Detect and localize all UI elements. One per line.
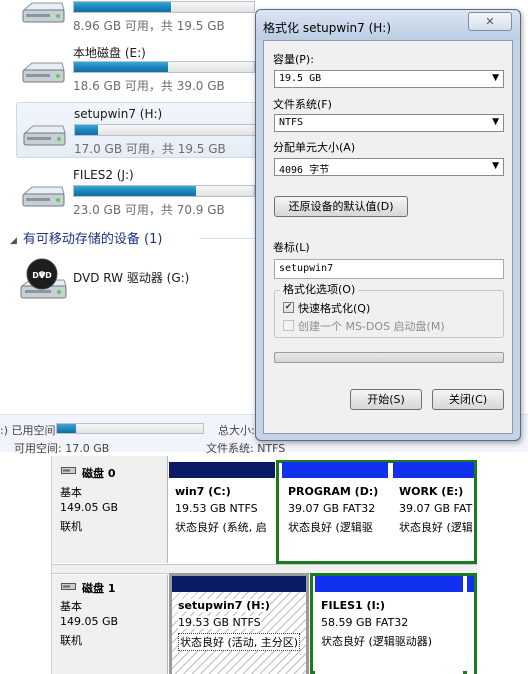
drive-item-e[interactable]: 本地磁盘 (E:) 18.6 GB 可用，共 39.0 GB [16,40,256,96]
chevron-down-icon[interactable]: ▼ [492,117,499,127]
collapse-triangle-icon[interactable]: ◢ [10,236,17,246]
disk-type: 基本 [60,486,82,499]
dvd-drive-icon: DVD [20,258,67,299]
drive-space-info: 8.96 GB 可用，共 19.5 GB [73,19,225,33]
partition-name: WORK (E:) [399,485,464,498]
drive-name: 本地磁盘 (E:) [73,46,146,60]
partition-name: PROGRAM (D:) [288,485,379,498]
disk-icon [61,467,76,474]
partition-status: 状态良好 (逻辑驱 [288,521,373,534]
partition-name: FILES1 (I:) [321,599,386,612]
dialog-title: 格式化 setupwin7 (H:) [263,21,392,35]
partition-c[interactable]: win7 (C:) 19.53 GB NTFS 状态良好 (系统, 启 [169,462,275,559]
capacity-value: 19.5 GB [279,73,322,84]
partition-d[interactable]: PROGRAM (D:) 39.07 GB FAT32 状态良好 (逻辑驱 [282,462,388,559]
disk-0-info[interactable]: 磁盘 0 基本 149.05 GB 联机 [52,456,168,563]
msdos-checkbox [283,320,294,331]
total-size-label: 总大小: [218,424,255,437]
close-icon[interactable]: ✕ [468,12,512,31]
capacity-select[interactable]: 19.5 GB ▼ [274,70,504,88]
partition-size: 19.53 GB NTFS [178,616,261,629]
filesystem-select[interactable]: NTFS ▼ [274,114,504,132]
drive-space-info: 18.6 GB 可用，共 39.0 GB [73,79,225,93]
dvd-drive-name[interactable]: DVD RW 驱动器 (G:) [73,269,189,286]
drive-name: FILES2 (J:) [73,168,134,182]
section-divider [200,238,256,239]
drive-usage-bar [73,61,255,73]
format-dialog: 格式化 setupwin7 (H:) ✕ 容量(P): 19.5 GB ▼ 文件… [255,9,521,441]
chevron-down-icon[interactable]: ▼ [492,73,499,83]
filesystem-label: 文件系统: NTFS [206,442,286,455]
hard-drive-icon [22,2,65,23]
partition-status: 状态良好 (逻辑 [399,521,473,534]
filesystem-value: NTFS [279,117,304,128]
used-space-bar [56,423,204,434]
partition-size: 58.59 GB FAT32 [321,616,409,629]
restore-defaults-button[interactable]: 还原设备的默认值(D) [274,196,408,217]
quick-format-checkbox[interactable]: ✔ [283,302,294,313]
partition-next[interactable] [467,576,474,674]
dialog-titlebar[interactable]: 格式化 setupwin7 (H:) ✕ [256,10,520,40]
disk-size: 149.05 GB [60,501,119,514]
filesystem-label: 文件系统(F) [273,98,332,111]
drive-usage-bar [73,1,255,13]
capacity-label: 容量(P): [273,53,314,66]
drive-usage-bar [74,124,256,136]
format-options-label: 格式化选项(O) [280,281,359,297]
disk-name: 磁盘 0 [82,467,116,480]
drive-item-j[interactable]: FILES2 (J:) 23.0 GB 可用，共 70.9 GB [16,164,256,220]
partition-status: 状态良好 (系统, 启 [175,521,267,534]
disk-size: 149.05 GB [60,615,119,628]
disk-name: 磁盘 1 [82,582,116,595]
partition-h[interactable]: setupwin7 (H:) 19.53 GB NTFS 状态良好 (活动, 主… [172,576,306,674]
section-title: 有可移动存储的设备 (1) [22,232,163,247]
disk-status: 联机 [60,520,82,533]
dialog-body: 容量(P): 19.5 GB ▼ 文件系统(F) NTFS ▼ 分配单元大小(A… [263,40,513,434]
partition-name: setupwin7 (H:) [178,599,270,612]
partition-size: 19.53 GB NTFS [175,502,258,515]
partition-status: 状态良好 (活动, 主分区) [178,633,301,651]
partition-i[interactable]: FILES1 (I:) 58.59 GB FAT32 状态良好 (逻辑驱动器) [315,576,463,674]
partition-status: 状态良好 (逻辑驱动器) [321,635,433,648]
drive-usage-bar [73,185,255,197]
disk-icon [61,583,76,590]
partition-size: 39.07 GB FAT [399,502,473,515]
drive-space-info: 23.0 GB 可用，共 70.9 GB [73,203,225,217]
disk-1-info[interactable]: 磁盘 1 基本 149.05 GB 联机 [52,575,168,674]
disk-type: 基本 [60,600,82,613]
hard-drive-icon [22,186,65,207]
volume-label-input[interactable]: setupwin7 [274,259,504,279]
drive-space-info: 17.0 GB 可用，共 19.5 GB [74,142,226,156]
free-space-label: 可用空间: 17.0 GB [14,442,110,455]
close-button[interactable]: 关闭(C) [432,389,504,410]
alloc-unit-value: 4096 字节 [279,165,330,176]
dvd-label: DVD [32,271,52,280]
drive-item-h[interactable]: setupwin7 (H:) 17.0 GB 可用，共 19.5 GB [16,102,256,158]
hard-drive-icon [22,62,65,83]
format-progress-bar [274,352,504,363]
disk-status: 联机 [60,634,82,647]
partition-e[interactable]: WORK (E:) 39.07 GB FAT 状态良好 (逻辑 [393,462,474,559]
used-space-label: :) 已用空间: [0,424,60,437]
alloc-unit-select[interactable]: 4096 字节 ▼ [274,158,504,176]
partition-name: win7 (C:) [175,485,231,498]
chevron-down-icon[interactable]: ▼ [492,161,499,171]
volume-label-value: setupwin7 [279,263,334,274]
drive-name: setupwin7 (H:) [74,107,163,121]
quick-format-label[interactable]: 快速格式化(Q) [298,300,370,316]
msdos-label: 创建一个 MS-DOS 启动盘(M) [298,320,445,333]
drive-item[interactable]: 8.96 GB 可用，共 19.5 GB [16,0,256,36]
volume-label-label: 卷标(L) [273,241,310,254]
removable-section-header[interactable]: ◢ 有可移动存储的设备 (1) [10,228,162,247]
hard-drive-icon [23,125,66,146]
partition-size: 39.07 GB FAT32 [288,502,376,515]
disk-management-view: 磁盘 0 基本 149.05 GB 联机 win7 (C:) 19.53 GB … [51,456,477,674]
alloc-unit-label: 分配单元大小(A) [273,141,356,154]
start-button[interactable]: 开始(S) [350,389,422,410]
